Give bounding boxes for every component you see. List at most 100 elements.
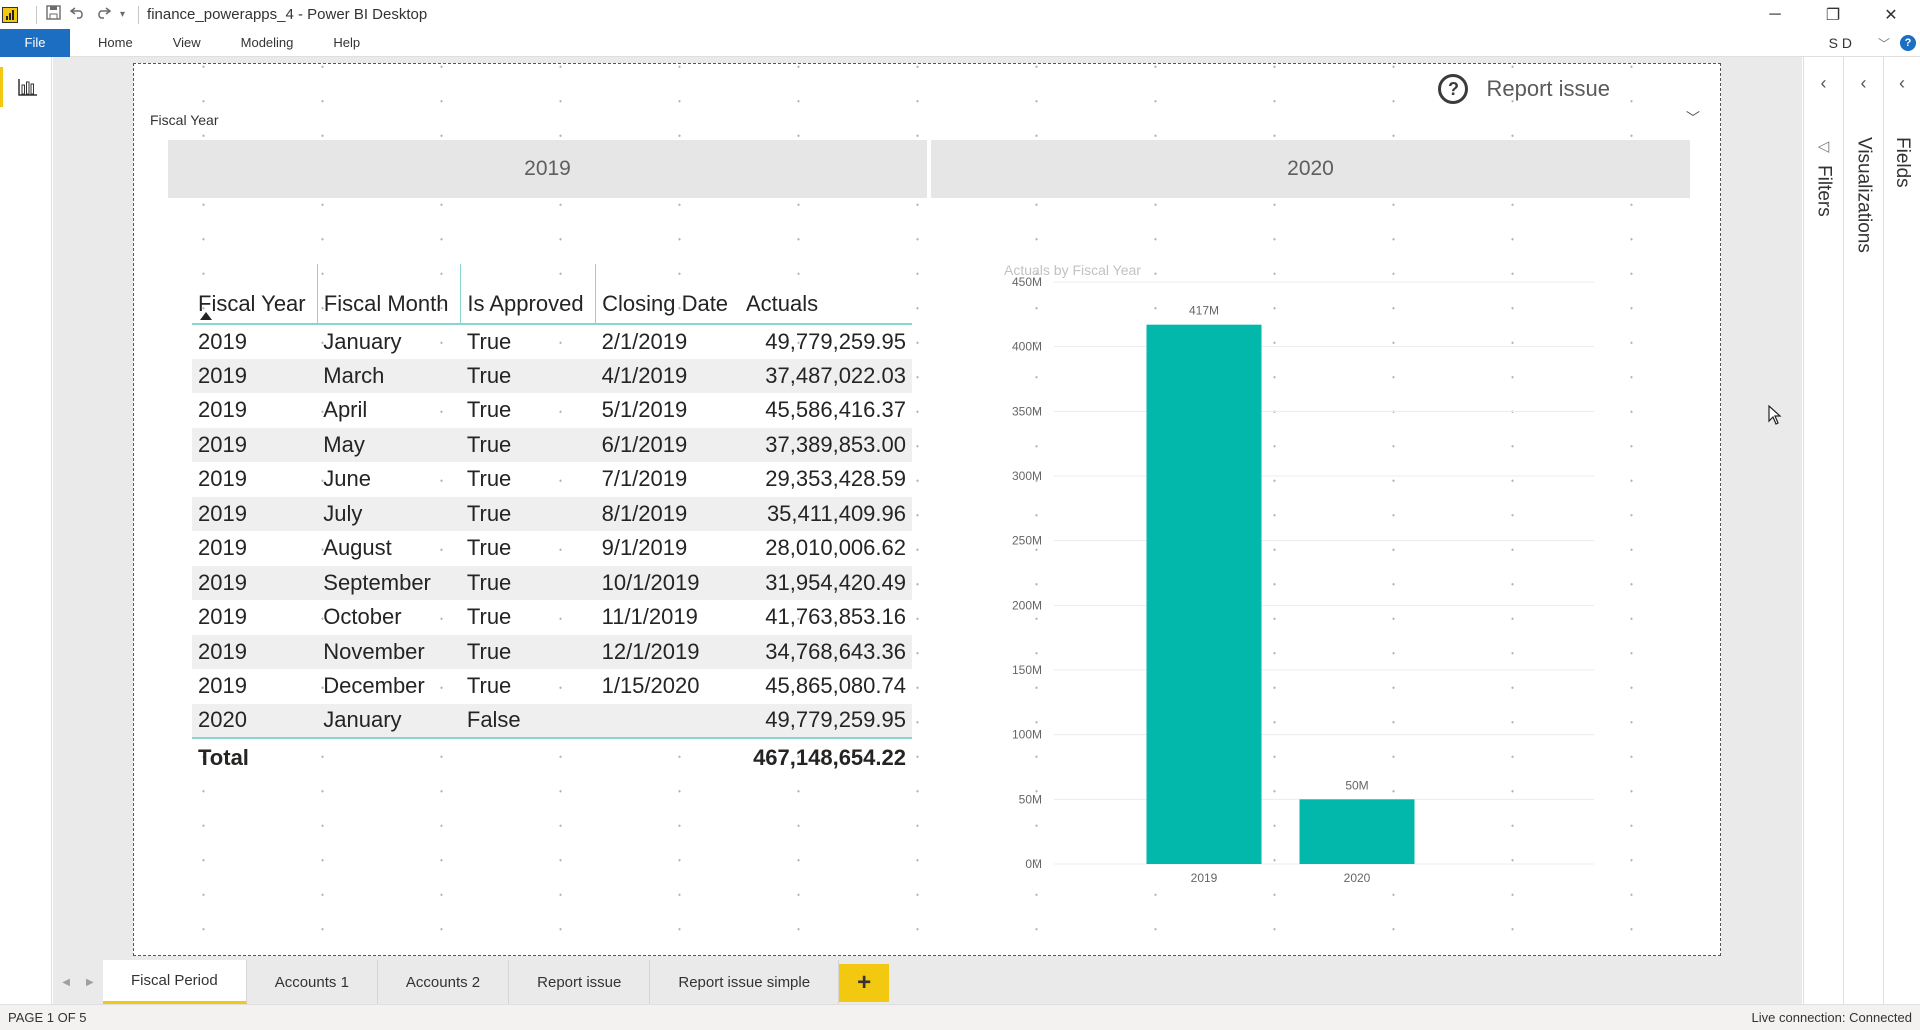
slicer-chevron-down-icon[interactable]: ﹀ [1686,108,1700,128]
redo-icon[interactable] [95,5,112,24]
title-bar: ▾ finance_powerapps_4 - Power BI Desktop… [0,0,1920,29]
collapse-filters-chevron-icon[interactable]: ‹ [1804,73,1843,94]
cell-closing-date: 4/1/2019 [595,358,740,393]
cell-actuals: 34,768,643.36 [739,634,912,669]
collapse-fields-chevron-icon[interactable]: ‹ [1884,73,1920,94]
fields-pane-label[interactable]: Fields [1891,137,1913,188]
cell-fiscal-month: July [317,496,461,531]
cell-is-approved: True [460,565,596,600]
filters-pane-label[interactable]: Filters [1813,165,1835,217]
cell-is-approved: True [466,328,512,354]
cell-is-approved: True [460,427,596,462]
bar-chart-svg: 0M50M100M150M200M250M300M350M400M450M417… [1012,275,1594,885]
cell-fiscal-month: September [317,565,461,600]
report-issue-button[interactable]: ? Report issue [1438,74,1610,104]
minimize-button[interactable]: ─ [1746,0,1804,29]
table-row[interactable]: 2019 December True 1/15/2020 45,865,080.74 [192,669,912,704]
visualizations-pane[interactable]: ‹ Visualizations [1843,57,1883,1004]
column-header-actuals[interactable]: Actuals [739,264,912,325]
customize-toolbar-chevron-icon[interactable]: ▾ [120,9,125,20]
cell-fiscal-month: January [323,328,402,354]
cell-fiscal-year: 2020 [192,703,318,738]
cell-is-approved: True [466,397,512,423]
cell-closing-date: 8/1/2019 [595,496,740,531]
toolbar-separator [36,5,37,24]
table-row[interactable]: 2019 July True 8/1/2019 35,411,409.96 [192,496,912,531]
slicer-option-2019[interactable]: 2019 [168,140,927,198]
collapse-ribbon-chevron-icon[interactable]: ﹀ [1878,35,1890,52]
tab-file[interactable]: File [0,28,70,57]
cell-actuals: 35,411,409.96 [739,496,912,531]
cell-fiscal-year: 2019 [198,604,247,630]
table-row[interactable]: 2019 October True 11/1/2019 41,763,853.16 [192,600,912,635]
cell-actuals: 31,954,420.49 [739,565,912,600]
table-row[interactable]: 2019 September True 10/1/2019 31,954,420.49 [192,565,912,600]
page-tabs-bar: ◀ ▶ Fiscal Period Accounts 1 Accounts 2 … [53,960,1802,1004]
column-header-fiscal-month[interactable]: Fiscal Month [317,264,462,325]
cell-closing-date [595,703,740,738]
previous-page-icon[interactable]: ◀ [62,977,70,988]
table-row[interactable]: 2020 January False 49,779,259.95 [192,703,912,738]
page-tab-fiscal-period[interactable]: Fiscal Period [103,960,247,1004]
table-row[interactable]: 2019 March True 4/1/2019 37,487,022.03 [192,358,912,393]
restore-button[interactable]: ❐ [1804,0,1862,29]
data-label: 417M [1189,304,1219,318]
undo-icon[interactable] [69,5,86,24]
cell-actuals: 37,487,022.03 [739,358,912,393]
total-empty-cell [317,737,461,776]
cell-actuals: 49,779,259.95 [739,703,912,738]
save-icon[interactable] [46,4,61,25]
help-icon[interactable]: ? [1900,35,1916,51]
column-header-closing-date[interactable]: Closing Date [595,264,740,325]
toolbar-separator [138,5,140,24]
cell-is-approved: True [460,496,596,531]
table-row[interactable]: 2019 May True 6/1/2019 37,389,853.00 [192,427,912,462]
column-header-fiscal-year[interactable]: Fiscal Year [192,264,318,325]
cell-closing-date: 1/15/2020 [601,673,700,699]
cell-fiscal-year: 2019 [198,535,247,561]
actuals-by-fiscal-year-chart[interactable]: Actuals by Fiscal Year 0M 50M 100M 150M 200M… [1004,262,1704,922]
add-page-button[interactable]: + [839,964,890,1002]
cell-closing-date: 2/1/2019 [601,328,688,354]
cell-fiscal-month: November [317,634,461,669]
page-tab-accounts-1[interactable]: Accounts 1 [247,960,378,1004]
tab-view[interactable]: View [153,29,221,57]
table-row[interactable]: 2019 April True 5/1/2019 45,586,416.37 [192,393,912,428]
page-tab-accounts-2[interactable]: Accounts 2 [378,960,510,1004]
actuals-table[interactable]: Fiscal Year Fiscal Month Is Approved Clo… [192,264,912,776]
bar[interactable] [1146,324,1262,864]
table-total-row: Total 467,148,654.22 [192,737,912,776]
cell-fiscal-year: 2019 [198,466,247,492]
cell-closing-date: 10/1/2019 [595,565,740,600]
report-view-button[interactable] [0,67,52,107]
y-tick-label: 100M [1012,728,1042,742]
view-rail [0,57,52,1004]
table-row[interactable]: 2019 January True 2/1/2019 49,779,259.95 [192,324,912,359]
slicer-option-2020[interactable]: 2020 [931,140,1690,198]
tab-modeling[interactable]: Modeling [221,29,314,57]
report-page[interactable]: ? Report issue Fiscal Year ﹀ 2019 2020 F… [133,63,1721,956]
fields-pane[interactable]: ‹ Fields [1883,57,1920,1004]
user-area: S D ﹀ ? [1829,29,1920,57]
column-header-is-approved[interactable]: Is Approved [460,264,597,325]
user-initials[interactable]: S D [1829,35,1852,51]
filters-pane[interactable]: ‹ ◁ Filters [1803,57,1843,1004]
cell-is-approved: True [466,535,512,561]
collapse-visualizations-chevron-icon[interactable]: ‹ [1844,73,1883,94]
table-row[interactable]: 2019 November True 12/1/2019 34,768,643.36 [192,634,912,669]
table-row[interactable]: 2019 June True 7/1/2019 29,353,428.59 [192,462,912,497]
cell-actuals: 28,010,006.62 [765,535,906,561]
close-button[interactable]: ✕ [1862,0,1920,29]
quick-access-toolbar: ▾ [32,4,140,25]
page-tab-report-issue[interactable]: Report issue [509,960,651,1004]
next-page-icon[interactable]: ▶ [86,977,94,988]
tab-home[interactable]: Home [70,29,153,57]
y-tick-label: 350M [1012,404,1042,418]
table-row[interactable]: 2019 August True 9/1/2019 28,010,006.62 [192,531,912,566]
visualizations-pane-label[interactable]: Visualizations [1853,137,1875,253]
total-empty-cell [595,737,740,776]
page-tab-report-issue-simple[interactable]: Report issue simple [650,960,840,1004]
cell-fiscal-month: May [317,427,461,462]
bar[interactable] [1299,799,1415,864]
tab-help[interactable]: Help [313,29,380,57]
